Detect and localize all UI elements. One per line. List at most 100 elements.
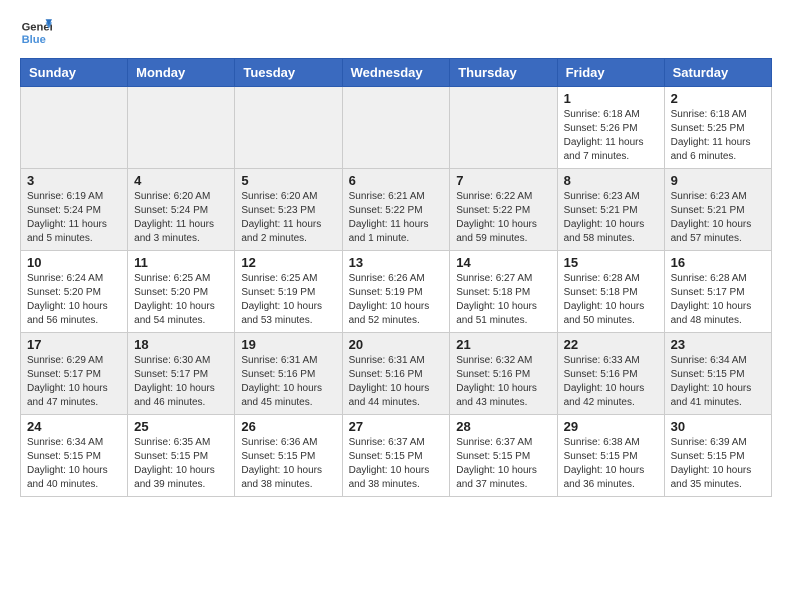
- day-info: Sunrise: 6:28 AM Sunset: 5:17 PM Dayligh…: [671, 272, 765, 328]
- page-container: General Blue SundayMondayTuesdayWednesda…: [0, 0, 792, 507]
- day-info: Sunrise: 6:39 AM Sunset: 5:15 PM Dayligh…: [671, 436, 765, 492]
- weekday-header-monday: Monday: [128, 59, 235, 87]
- calendar-cell: [450, 87, 557, 169]
- calendar-table: SundayMondayTuesdayWednesdayThursdayFrid…: [20, 58, 772, 497]
- day-info: Sunrise: 6:37 AM Sunset: 5:15 PM Dayligh…: [456, 436, 550, 492]
- calendar-cell: 30 Sunrise: 6:39 AM Sunset: 5:15 PM Dayli…: [664, 415, 771, 497]
- day-info: Sunrise: 6:29 AM Sunset: 5:17 PM Dayligh…: [27, 354, 121, 410]
- calendar-cell: 20 Sunrise: 6:31 AM Sunset: 5:16 PM Dayli…: [342, 333, 450, 415]
- day-number: 9: [671, 173, 765, 188]
- calendar-cell: 23Sunrise: 6:34 AM Sunset: 5:15 PM Dayli…: [664, 333, 771, 415]
- calendar-cell: 19 Sunrise: 6:31 AM Sunset: 5:16 PM Dayli…: [235, 333, 342, 415]
- calendar-cell: 16 Sunrise: 6:28 AM Sunset: 5:17 PM Dayli…: [664, 251, 771, 333]
- weekday-header-wednesday: Wednesday: [342, 59, 450, 87]
- calendar-cell: 25Sunrise: 6:35 AM Sunset: 5:15 PM Dayli…: [128, 415, 235, 497]
- weekday-header-saturday: Saturday: [664, 59, 771, 87]
- day-info: Sunrise: 6:28 AM Sunset: 5:18 PM Dayligh…: [564, 272, 658, 328]
- day-number: 20: [349, 337, 444, 352]
- day-number: 24: [27, 419, 121, 434]
- day-info: Sunrise: 6:35 AM Sunset: 5:15 PM Dayligh…: [134, 436, 228, 492]
- day-info: Sunrise: 6:27 AM Sunset: 5:18 PM Dayligh…: [456, 272, 550, 328]
- day-number: 21: [456, 337, 550, 352]
- calendar-cell: 9 Sunrise: 6:23 AM Sunset: 5:21 PM Daylig…: [664, 169, 771, 251]
- day-info: Sunrise: 6:23 AM Sunset: 5:21 PM Dayligh…: [671, 190, 765, 246]
- calendar-cell: [21, 87, 128, 169]
- day-info: Sunrise: 6:37 AM Sunset: 5:15 PM Dayligh…: [349, 436, 444, 492]
- day-number: 1: [564, 91, 658, 106]
- weekday-header-thursday: Thursday: [450, 59, 557, 87]
- day-info: Sunrise: 6:38 AM Sunset: 5:15 PM Dayligh…: [564, 436, 658, 492]
- day-number: 27: [349, 419, 444, 434]
- calendar-cell: 28Sunrise: 6:37 AM Sunset: 5:15 PM Dayli…: [450, 415, 557, 497]
- day-number: 7: [456, 173, 550, 188]
- calendar-cell: 21Sunrise: 6:32 AM Sunset: 5:16 PM Dayli…: [450, 333, 557, 415]
- calendar-cell: [235, 87, 342, 169]
- weekday-header-sunday: Sunday: [21, 59, 128, 87]
- day-info: Sunrise: 6:31 AM Sunset: 5:16 PM Dayligh…: [349, 354, 444, 410]
- day-number: 22: [564, 337, 658, 352]
- day-number: 14: [456, 255, 550, 270]
- calendar-cell: 11 Sunrise: 6:25 AM Sunset: 5:20 PM Dayli…: [128, 251, 235, 333]
- calendar-cell: 13Sunrise: 6:26 AM Sunset: 5:19 PM Dayli…: [342, 251, 450, 333]
- calendar-cell: [342, 87, 450, 169]
- day-number: 26: [241, 419, 335, 434]
- day-number: 6: [349, 173, 444, 188]
- day-info: Sunrise: 6:18 AM Sunset: 5:25 PM Dayligh…: [671, 108, 765, 164]
- day-number: 3: [27, 173, 121, 188]
- day-info: Sunrise: 6:19 AM Sunset: 5:24 PM Dayligh…: [27, 190, 121, 246]
- weekday-header-tuesday: Tuesday: [235, 59, 342, 87]
- calendar-cell: 12 Sunrise: 6:25 AM Sunset: 5:19 PM Dayli…: [235, 251, 342, 333]
- calendar-cell: 22 Sunrise: 6:33 AM Sunset: 5:16 PM Dayli…: [557, 333, 664, 415]
- calendar-cell: 3 Sunrise: 6:19 AM Sunset: 5:24 PM Daylig…: [21, 169, 128, 251]
- calendar-cell: 10 Sunrise: 6:24 AM Sunset: 5:20 PM Dayli…: [21, 251, 128, 333]
- calendar-cell: 26 Sunrise: 6:36 AM Sunset: 5:15 PM Dayli…: [235, 415, 342, 497]
- day-number: 18: [134, 337, 228, 352]
- calendar-week-4: 17 Sunrise: 6:29 AM Sunset: 5:17 PM Dayli…: [21, 333, 772, 415]
- day-info: Sunrise: 6:25 AM Sunset: 5:20 PM Dayligh…: [134, 272, 228, 328]
- weekday-header-row: SundayMondayTuesdayWednesdayThursdayFrid…: [21, 59, 772, 87]
- calendar-week-1: 1Sunrise: 6:18 AM Sunset: 5:26 PM Daylig…: [21, 87, 772, 169]
- day-number: 8: [564, 173, 658, 188]
- day-number: 17: [27, 337, 121, 352]
- day-number: 4: [134, 173, 228, 188]
- weekday-header-friday: Friday: [557, 59, 664, 87]
- header: General Blue: [20, 16, 772, 48]
- calendar-cell: 5Sunrise: 6:20 AM Sunset: 5:23 PM Daylig…: [235, 169, 342, 251]
- calendar-cell: 14 Sunrise: 6:27 AM Sunset: 5:18 PM Dayli…: [450, 251, 557, 333]
- day-info: Sunrise: 6:34 AM Sunset: 5:15 PM Dayligh…: [671, 354, 765, 410]
- day-info: Sunrise: 6:25 AM Sunset: 5:19 PM Dayligh…: [241, 272, 335, 328]
- calendar-cell: 29 Sunrise: 6:38 AM Sunset: 5:15 PM Dayli…: [557, 415, 664, 497]
- day-number: 16: [671, 255, 765, 270]
- calendar-cell: 18 Sunrise: 6:30 AM Sunset: 5:17 PM Dayli…: [128, 333, 235, 415]
- day-info: Sunrise: 6:30 AM Sunset: 5:17 PM Dayligh…: [134, 354, 228, 410]
- calendar-week-3: 10 Sunrise: 6:24 AM Sunset: 5:20 PM Dayli…: [21, 251, 772, 333]
- day-number: 12: [241, 255, 335, 270]
- calendar-cell: 27 Sunrise: 6:37 AM Sunset: 5:15 PM Dayli…: [342, 415, 450, 497]
- calendar-cell: 2Sunrise: 6:18 AM Sunset: 5:25 PM Daylig…: [664, 87, 771, 169]
- day-number: 13: [349, 255, 444, 270]
- calendar-week-5: 24Sunrise: 6:34 AM Sunset: 5:15 PM Dayli…: [21, 415, 772, 497]
- day-info: Sunrise: 6:33 AM Sunset: 5:16 PM Dayligh…: [564, 354, 658, 410]
- day-info: Sunrise: 6:36 AM Sunset: 5:15 PM Dayligh…: [241, 436, 335, 492]
- day-info: Sunrise: 6:21 AM Sunset: 5:22 PM Dayligh…: [349, 190, 444, 246]
- calendar-cell: 15 Sunrise: 6:28 AM Sunset: 5:18 PM Dayli…: [557, 251, 664, 333]
- day-info: Sunrise: 6:31 AM Sunset: 5:16 PM Dayligh…: [241, 354, 335, 410]
- day-number: 19: [241, 337, 335, 352]
- day-number: 29: [564, 419, 658, 434]
- day-info: Sunrise: 6:24 AM Sunset: 5:20 PM Dayligh…: [27, 272, 121, 328]
- day-number: 15: [564, 255, 658, 270]
- day-number: 30: [671, 419, 765, 434]
- calendar-cell: 6 Sunrise: 6:21 AM Sunset: 5:22 PM Daylig…: [342, 169, 450, 251]
- day-info: Sunrise: 6:20 AM Sunset: 5:24 PM Dayligh…: [134, 190, 228, 246]
- calendar-cell: 7Sunrise: 6:22 AM Sunset: 5:22 PM Daylig…: [450, 169, 557, 251]
- calendar-cell: 8 Sunrise: 6:23 AM Sunset: 5:21 PM Daylig…: [557, 169, 664, 251]
- day-number: 10: [27, 255, 121, 270]
- logo-icon: General Blue: [20, 16, 52, 48]
- svg-text:Blue: Blue: [22, 34, 46, 46]
- logo: General Blue: [20, 16, 52, 48]
- calendar-cell: 17 Sunrise: 6:29 AM Sunset: 5:17 PM Dayli…: [21, 333, 128, 415]
- day-number: 11: [134, 255, 228, 270]
- day-info: Sunrise: 6:23 AM Sunset: 5:21 PM Dayligh…: [564, 190, 658, 246]
- calendar-cell: [128, 87, 235, 169]
- calendar-cell: 4 Sunrise: 6:20 AM Sunset: 5:24 PM Daylig…: [128, 169, 235, 251]
